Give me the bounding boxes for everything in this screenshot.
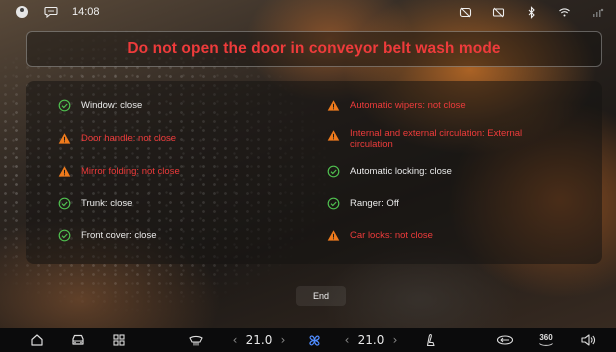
check-circle-icon bbox=[327, 165, 340, 178]
chat-bubble-icon[interactable] bbox=[44, 6, 58, 18]
status-item-automatic-locking: Automatic locking: close bbox=[327, 165, 452, 178]
fan-icon[interactable] bbox=[305, 332, 323, 348]
vehicle-icon[interactable] bbox=[494, 332, 516, 348]
status-label: Trunk: close bbox=[81, 198, 133, 209]
warning-triangle-icon bbox=[327, 230, 340, 241]
status-label: Ranger: Off bbox=[350, 198, 399, 209]
status-item-circulation: Internal and external circulation: Exter… bbox=[327, 128, 540, 150]
left-temp-decrease[interactable]: ‹ bbox=[228, 332, 242, 348]
status-item-car-locks: Car locks: not close bbox=[327, 229, 433, 242]
left-temp-increase[interactable]: › bbox=[276, 332, 290, 348]
wifi-icon[interactable] bbox=[558, 6, 571, 19]
status-item-window: Window: close bbox=[58, 99, 142, 112]
warning-triangle-icon bbox=[58, 166, 71, 177]
banner-message: Do not open the door in conveyor belt wa… bbox=[127, 40, 501, 57]
screen-off-icon[interactable] bbox=[492, 6, 505, 19]
status-label: Front cover: close bbox=[81, 230, 157, 241]
bluetooth-icon[interactable] bbox=[525, 5, 538, 19]
status-label: Car locks: not close bbox=[350, 230, 433, 241]
car-icon[interactable] bbox=[68, 332, 88, 348]
defrost-icon[interactable] bbox=[186, 332, 206, 348]
signal-icon bbox=[593, 8, 604, 17]
status-label: Mirror folding: not close bbox=[81, 166, 180, 177]
status-item-trunk: Trunk: close bbox=[58, 197, 132, 210]
left-temp-value: 21.0 bbox=[242, 332, 276, 348]
bottom-dock: ‹ 21.0 › ‹ 21.0 › 360 bbox=[0, 328, 616, 352]
status-label: Automatic wipers: not close bbox=[350, 100, 466, 111]
view-360-label: 360 bbox=[539, 332, 553, 342]
apps-grid-icon[interactable] bbox=[110, 332, 128, 348]
status-label: Window: close bbox=[81, 100, 143, 111]
check-circle-icon bbox=[58, 197, 71, 210]
right-temp-decrease[interactable]: ‹ bbox=[340, 332, 354, 348]
status-item-door-handle: Door handle: not close bbox=[58, 132, 176, 145]
right-temp-value-text: 21.0 bbox=[357, 333, 385, 347]
check-circle-icon bbox=[58, 99, 71, 112]
end-button[interactable]: End bbox=[296, 286, 346, 306]
warning-triangle-icon bbox=[58, 133, 71, 144]
clock-time: 14:08 bbox=[72, 6, 100, 18]
warning-triangle-icon bbox=[327, 100, 340, 111]
status-item-front-cover: Front cover: close bbox=[58, 229, 157, 242]
status-label: Automatic locking: close bbox=[350, 166, 452, 177]
left-temp-value-text: 21.0 bbox=[245, 333, 273, 347]
warning-banner: Do not open the door in conveyor belt wa… bbox=[26, 31, 602, 67]
status-item-automatic-wipers: Automatic wipers: not close bbox=[327, 99, 466, 112]
status-label: Door handle: not close bbox=[81, 133, 177, 144]
volume-icon[interactable] bbox=[578, 332, 598, 348]
seat-icon[interactable] bbox=[420, 332, 438, 348]
status-label: Internal and external circulation: Exter… bbox=[350, 128, 523, 150]
status-item-ranger: Ranger: Off bbox=[327, 197, 399, 210]
vehicle-status-panel: Window: close Door handle: not close Mir… bbox=[26, 81, 602, 264]
home-icon[interactable] bbox=[28, 332, 46, 348]
user-avatar-icon[interactable] bbox=[16, 6, 28, 18]
check-circle-icon bbox=[58, 229, 71, 242]
right-temp-increase[interactable]: › bbox=[388, 332, 402, 348]
warning-triangle-icon bbox=[327, 130, 340, 141]
check-circle-icon bbox=[327, 197, 340, 210]
status-bar: 14:08 bbox=[0, 0, 616, 24]
status-item-mirror-folding: Mirror folding: not close bbox=[58, 165, 180, 178]
camera-360-icon[interactable]: 360 bbox=[535, 332, 557, 348]
camera-off-icon[interactable] bbox=[459, 6, 472, 19]
right-temp-value: 21.0 bbox=[354, 332, 388, 348]
